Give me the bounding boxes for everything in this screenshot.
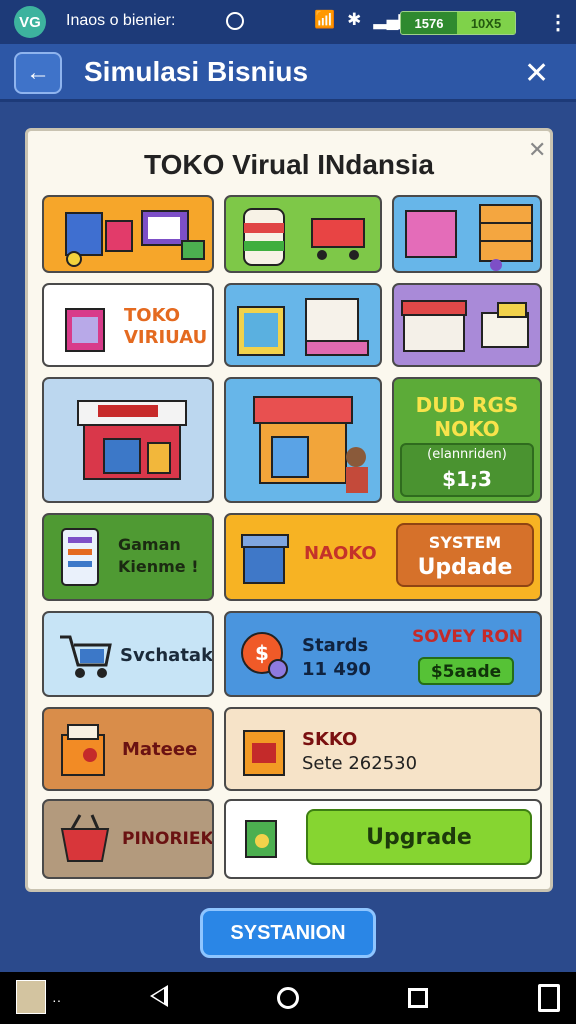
basket-icon xyxy=(60,814,110,862)
warehouse-icon xyxy=(405,204,533,271)
app-bar: ← Simulasi Bisnius ✕ xyxy=(0,44,576,102)
tile-shop-items[interactable] xyxy=(42,195,214,273)
shop-items-icon xyxy=(65,210,205,267)
status-bar: VG Inaos o bienier: 📶 ✱ ▂▄▆ 1576 10X5 ⋮ xyxy=(0,0,576,44)
tile-skko[interactable]: SKKO Sete 262530 xyxy=(224,707,542,791)
thumbnail-icon[interactable] xyxy=(16,980,46,1014)
cart-icon xyxy=(60,635,112,678)
market-stall-icon xyxy=(401,300,529,352)
wifi-icon: 📶 xyxy=(314,10,336,29)
system-update-line2: Updade xyxy=(417,555,513,580)
tile-toko-virtual[interactable]: TOKO VIRIUAU xyxy=(42,283,214,367)
skko-line2: Sete 262530 xyxy=(302,753,418,774)
box-icon xyxy=(241,534,289,584)
nav-dots: ·· xyxy=(52,992,62,1008)
skko-line1: SKKO xyxy=(302,729,358,750)
dud-rgs-price: $1;3 xyxy=(442,467,492,491)
system-update-button[interactable]: SYSTEM Updade xyxy=(396,523,534,587)
tile-mateee[interactable]: Mateee xyxy=(42,707,214,791)
stards-buy-label: $5aade xyxy=(430,662,502,682)
dud-rgs-line1: DUD RGS xyxy=(415,393,519,417)
tile-naoko[interactable]: NAOKO SYSTEM Updade xyxy=(224,513,542,601)
close-button[interactable]: ✕ xyxy=(524,56,549,91)
tile-game-item[interactable]: Gaman Kienme ! xyxy=(42,513,214,601)
tile-stards[interactable]: $ Stards 11 490 SOVEY RON $5aade xyxy=(224,611,542,697)
toko-virtual-line1: TOKO xyxy=(124,305,181,326)
nav-home-icon[interactable] xyxy=(277,987,299,1009)
battery-right-value: 10X5 xyxy=(457,12,515,34)
system-update-line1: SYSTEM xyxy=(428,533,502,552)
crate-icon xyxy=(61,724,105,776)
svg-text:$: $ xyxy=(255,641,269,665)
tablet-icon xyxy=(61,528,99,586)
store-bag-icon xyxy=(65,308,105,352)
clock-icon xyxy=(226,12,244,30)
tile-pinoriek[interactable]: PINORIEK xyxy=(42,799,214,879)
notification-text: Inaos o bienier: xyxy=(66,12,176,29)
svchatak-label: Svchatak xyxy=(120,645,214,666)
pinoriek-label: PINORIEK xyxy=(122,829,214,849)
toko-virtual-line2: VIRIUAU xyxy=(124,327,208,348)
stards-line2: 11 490 xyxy=(302,659,371,680)
battery-left-value: 1576 xyxy=(414,15,444,31)
tile-store-front-a[interactable] xyxy=(42,377,214,503)
more-vert-icon[interactable]: ⋮ xyxy=(548,10,568,35)
nav-back-icon[interactable] xyxy=(150,985,168,1007)
bluetooth-icon: ✱ xyxy=(347,10,362,29)
systanion-button[interactable]: SYSTANION xyxy=(200,908,376,958)
dud-rgs-line2: NOKO xyxy=(434,417,500,441)
arrow-left-icon: ← xyxy=(26,59,50,86)
battery-indicator: 1576 10X5 xyxy=(400,11,516,35)
package-icon xyxy=(243,730,285,776)
store-panel: TOKO Virual INdansia ✕ TOKO VIRIUAU DUD … xyxy=(25,128,553,892)
panel-close-button[interactable]: ✕ xyxy=(528,137,546,163)
tile-market-stall[interactable] xyxy=(392,283,542,367)
game-item-line1: Gaman xyxy=(118,535,181,554)
mateee-label: Mateee xyxy=(122,739,198,760)
panel-title: TOKO Virual INdansia xyxy=(144,149,434,180)
game-item-line2: Kienme ! xyxy=(118,557,199,576)
tile-calculator[interactable] xyxy=(224,283,382,367)
calculator-icon xyxy=(237,298,369,356)
tile-dud-rgs[interactable]: DUD RGS NOKO (elannriden) $1;3 xyxy=(392,377,542,503)
tile-stock-cart[interactable] xyxy=(224,195,382,273)
nav-recents-icon[interactable] xyxy=(408,988,428,1008)
tile-svchatak[interactable]: Svchatak xyxy=(42,611,214,697)
dud-rgs-sub: (elannriden) xyxy=(427,447,507,462)
tile-warehouse[interactable] xyxy=(392,195,542,273)
shopkeeper-store-icon xyxy=(253,396,368,493)
upgrade-box-icon xyxy=(245,820,277,858)
stards-line1: Stards xyxy=(302,635,369,656)
tile-upgrade[interactable]: Upgrade xyxy=(224,799,542,879)
page-title: Simulasi Bisnius xyxy=(84,56,309,87)
upgrade-label: Upgrade xyxy=(366,825,472,850)
tile-store-front-b[interactable] xyxy=(224,377,382,503)
nav-menu-icon[interactable] xyxy=(538,984,560,1012)
coin-icon: $ xyxy=(241,632,288,679)
stards-badge: SOVEY RON xyxy=(412,627,524,647)
naoko-label: NAOKO xyxy=(304,543,377,564)
back-button[interactable]: ← xyxy=(14,52,62,94)
cart-stock-icon xyxy=(243,208,365,266)
storefront-icon xyxy=(77,400,187,480)
stards-buy-button[interactable]: $5aade xyxy=(418,657,514,685)
app-badge-icon: VG xyxy=(14,6,46,38)
upgrade-button[interactable]: Upgrade xyxy=(306,809,532,865)
